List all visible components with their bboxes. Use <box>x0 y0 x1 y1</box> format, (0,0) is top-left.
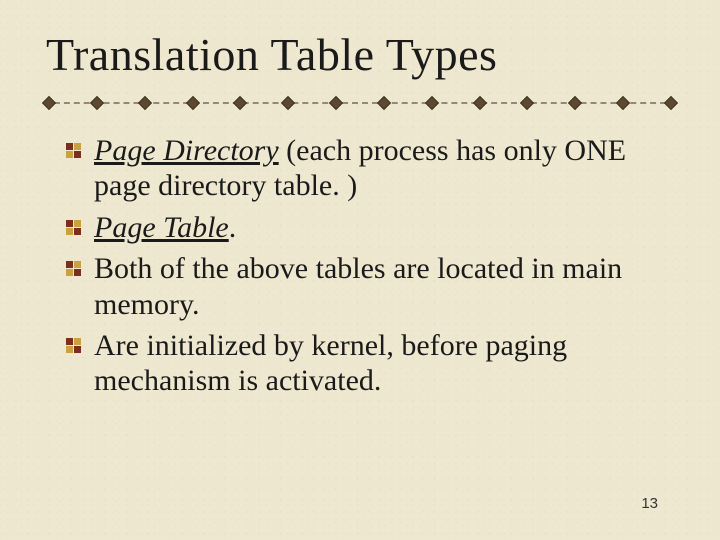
list-item: Page Table. <box>66 210 676 245</box>
list-item: Both of the above tables are located in … <box>66 251 676 322</box>
list-item: Page Directory (each process has only ON… <box>66 133 676 204</box>
list-item: Are initialized by kernel, before paging… <box>66 328 676 399</box>
bullet-rest: Both of the above tables are located in … <box>94 252 622 320</box>
bullet-lead: Page Table <box>94 211 229 244</box>
slide-title: Translation Table Types <box>46 28 676 81</box>
bullet-list: Page Directory (each process has only ON… <box>66 133 676 399</box>
title-separator <box>44 95 676 111</box>
bullet-rest: . <box>229 211 237 244</box>
slide: Translation Table Types Page Directory (… <box>0 0 720 399</box>
bullet-rest: Are initialized by kernel, before paging… <box>94 329 567 397</box>
bullet-lead: Page Directory <box>94 134 279 167</box>
separator-dots <box>44 98 676 108</box>
page-number: 13 <box>641 495 658 512</box>
